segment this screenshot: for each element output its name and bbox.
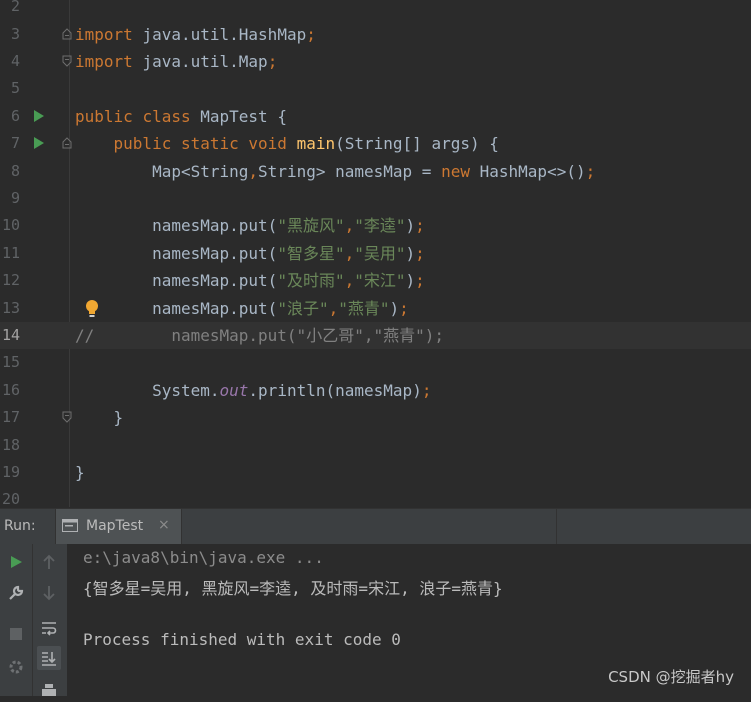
- line-number: 18: [1, 435, 20, 454]
- code-text: import java.util.HashMap;: [75, 24, 316, 44]
- console-command-line: e:\java8\bin\java.exe ...: [83, 548, 324, 567]
- watermark: CSDN @挖掘者hy: [608, 668, 734, 686]
- code-text: Map<String,String> namesMap = new HashMa…: [152, 161, 596, 181]
- wrench-icon: [9, 585, 24, 600]
- console-output-line: {智多星=吴用, 黑旋风=李逵, 及时雨=宋江, 浪子=燕青}: [83, 579, 503, 598]
- rerun-button[interactable]: [4, 550, 28, 574]
- line-number: 7: [10, 134, 20, 153]
- scroll-to-end-button[interactable]: [37, 646, 61, 670]
- line-number: 10: [1, 216, 20, 235]
- settings-button[interactable]: [4, 655, 28, 679]
- wrap-icon: [42, 622, 57, 636]
- code-line[interactable]: 4 import java.util.Map;: [0, 48, 751, 75]
- code-text: namesMap.put("智多星","吴用");: [152, 243, 425, 263]
- code-text: public static void main(String[] args) {: [113, 134, 499, 154]
- code-text: System.out.println(namesMap);: [152, 380, 432, 400]
- header-divider: [556, 509, 557, 544]
- line-number: 5: [10, 79, 20, 98]
- line-number: 11: [1, 243, 20, 262]
- code-line[interactable]: 9: [0, 185, 751, 212]
- line-number: 2: [10, 0, 20, 15]
- console-icon: [62, 519, 78, 532]
- stop-icon: [10, 628, 22, 640]
- code-line[interactable]: 20: [0, 486, 751, 507]
- code-line[interactable]: 13 namesMap.put("浪子","燕青");: [0, 295, 751, 322]
- code-text: namesMap.put("浪子","燕青");: [152, 298, 409, 318]
- line-number: 4: [10, 51, 20, 70]
- scroll-up-button[interactable]: [37, 550, 61, 574]
- code-line[interactable]: 6 public class MapTest {: [0, 103, 751, 130]
- tab-title: MapTest: [86, 518, 144, 534]
- code-line[interactable]: 17 }: [0, 404, 751, 431]
- line-number: 6: [10, 106, 20, 125]
- scroll-to-end-icon: [42, 652, 56, 666]
- code-line[interactable]: 5: [0, 75, 751, 102]
- code-line[interactable]: 12 namesMap.put("及时雨","宋江");: [0, 267, 751, 294]
- line-number: 3: [10, 24, 20, 43]
- line-number: 19: [1, 462, 20, 481]
- play-icon: [11, 556, 22, 568]
- code-line[interactable]: 16 System.out.println(namesMap);: [0, 377, 751, 404]
- line-number: 17: [1, 408, 20, 427]
- run-panel-header: Run: MapTest ×: [0, 508, 751, 545]
- scroll-down-button[interactable]: [37, 581, 61, 605]
- soft-wrap-button[interactable]: [37, 616, 61, 640]
- code-text: namesMap.put("及时雨","宋江");: [152, 271, 425, 291]
- code-line[interactable]: 18: [0, 432, 751, 459]
- line-number: 13: [1, 298, 20, 317]
- arrow-up-icon: [43, 554, 55, 569]
- current-code-line[interactable]: 14 // namesMap.put("小乙哥","燕青");: [0, 321, 751, 350]
- line-number: 16: [1, 380, 20, 399]
- code-line[interactable]: 10 namesMap.put("黑旋风","李逵");: [0, 212, 751, 239]
- arrow-down-icon: [43, 586, 55, 601]
- code-line[interactable]: 15: [0, 349, 751, 376]
- close-icon[interactable]: ×: [158, 517, 170, 533]
- code-editor[interactable]: 2 3 import java.util.HashMap; 4 import j…: [0, 0, 751, 507]
- code-line[interactable]: 19 }: [0, 459, 751, 486]
- code-text: public class MapTest {: [75, 106, 287, 126]
- code-line[interactable]: 3 import java.util.HashMap;: [0, 21, 751, 48]
- code-line[interactable]: 7 public static void main(String[] args)…: [0, 130, 751, 157]
- line-number: 20: [1, 490, 20, 507]
- line-number: 14: [1, 325, 20, 344]
- gear-icon: [9, 660, 23, 674]
- code-text: namesMap.put("黑旋风","李逵");: [152, 216, 425, 236]
- modify-config-button[interactable]: [4, 581, 28, 605]
- code-line[interactable]: 11 namesMap.put("智多星","吴用");: [0, 240, 751, 267]
- run-toolbar: [0, 544, 32, 696]
- line-number: 15: [1, 353, 20, 372]
- fold-icon[interactable]: [62, 137, 72, 149]
- code-line[interactable]: 2: [0, 0, 751, 20]
- stop-button[interactable]: [4, 622, 28, 646]
- code-text: import java.util.Map;: [75, 51, 278, 71]
- run-label: Run:: [4, 518, 36, 534]
- code-text: }: [75, 462, 85, 482]
- line-number: 12: [1, 271, 20, 290]
- fold-icon[interactable]: [62, 411, 72, 423]
- print-button[interactable]: [37, 678, 61, 702]
- run-method-icon[interactable]: [34, 137, 44, 150]
- line-number: 9: [10, 188, 20, 207]
- run-tab-maptest[interactable]: MapTest ×: [55, 509, 182, 544]
- line-number: 8: [10, 161, 20, 180]
- console-exit-line: Process finished with exit code 0: [83, 630, 401, 649]
- fold-icon[interactable]: [62, 27, 72, 40]
- code-line[interactable]: 8 Map<String,String> namesMap = new Hash…: [0, 158, 751, 185]
- code-text: // namesMap.put("小乙哥","燕青");: [75, 325, 444, 345]
- run-class-icon[interactable]: [34, 109, 44, 122]
- fold-icon[interactable]: [62, 55, 72, 67]
- code-text: }: [75, 408, 124, 428]
- console-toolbar: [32, 544, 67, 696]
